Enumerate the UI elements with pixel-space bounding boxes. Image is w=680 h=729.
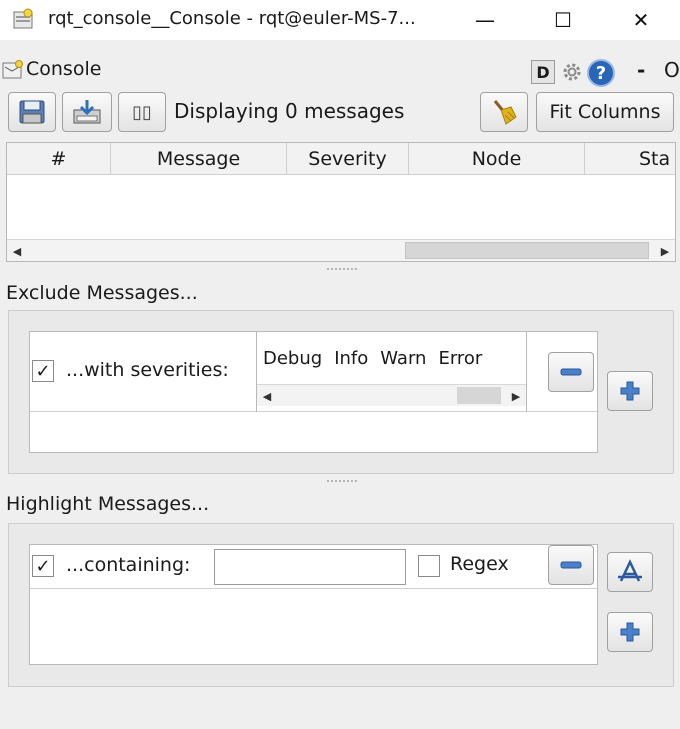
add-highlight-filter-button[interactable]: [607, 612, 653, 652]
column-header-message[interactable]: Message: [111, 143, 287, 175]
highlight-strikethrough-button[interactable]: [607, 552, 653, 592]
column-header-number[interactable]: #: [7, 143, 111, 175]
app-icon: [13, 8, 33, 29]
close-button[interactable]: ✕: [618, 0, 664, 40]
column-header-stamp[interactable]: Sta: [585, 143, 675, 175]
highlight-section-label: Highlight Messages...: [6, 493, 210, 515]
help-icon[interactable]: ?: [587, 59, 615, 87]
severity-scroll-left-arrow[interactable]: ◀: [257, 385, 277, 407]
minus-icon: [560, 368, 582, 376]
console-plugin: Console D ? - O ▯▯ Displaying 0 messages: [0, 40, 680, 729]
plus-icon: [620, 381, 640, 401]
scroll-right-arrow[interactable]: ▶: [655, 240, 675, 261]
minimize-plugin-button[interactable]: -: [637, 58, 645, 82]
load-icon: [73, 100, 101, 124]
highlight-text-input[interactable]: [214, 549, 406, 585]
message-count-label: Displaying 0 messages: [174, 99, 405, 123]
column-header-node[interactable]: Node: [409, 143, 585, 175]
messages-table[interactable]: # Message Severity Node Sta ◀ ▶: [6, 142, 676, 262]
save-button[interactable]: [8, 92, 56, 132]
gear-icon[interactable]: [560, 60, 584, 84]
severity-scrollbar-thumb[interactable]: [457, 387, 501, 404]
severity-scrollbar[interactable]: ◀ ▶: [257, 384, 526, 406]
minus-icon: [560, 561, 582, 569]
window-titlebar: rqt_console__Console - rqt@euler-MS-7...…: [0, 0, 680, 40]
minimize-button[interactable]: —: [462, 0, 508, 40]
splitter-handle[interactable]: [327, 268, 357, 272]
exclude-section-label: Exclude Messages...: [6, 282, 198, 304]
remove-exclude-filter-button[interactable]: [548, 352, 594, 392]
broom-icon: [493, 100, 517, 125]
severity-filter-label: ...with severities:: [66, 359, 229, 381]
load-button[interactable]: [62, 92, 112, 132]
window-title: rqt_console__Console - rqt@euler-MS-7...: [48, 8, 416, 29]
severity-scroll-right-arrow[interactable]: ▶: [506, 385, 526, 407]
severity-error[interactable]: Error: [432, 348, 488, 369]
containing-label: ...containing:: [66, 554, 191, 576]
add-exclude-filter-button[interactable]: [607, 371, 653, 411]
table-header: # Message Severity Node Sta: [7, 143, 675, 175]
pause-button[interactable]: ▯▯: [118, 92, 166, 132]
plugin-title: Console: [26, 58, 102, 80]
severity-items: Debug Info Warn Error: [257, 332, 488, 384]
highlight-checkbox[interactable]: ✓: [32, 555, 54, 577]
fit-columns-button[interactable]: Fit Columns: [536, 92, 674, 132]
severity-list[interactable]: Debug Info Warn Error ◀ ▶: [256, 332, 527, 412]
exclude-filter-list: ✓ ...with severities: Debug Info Warn Er…: [29, 331, 598, 453]
regex-checkbox[interactable]: [418, 555, 440, 577]
strikethrough-icon: [618, 559, 642, 582]
severity-info[interactable]: Info: [328, 348, 374, 369]
dock-d-button[interactable]: D: [531, 60, 555, 84]
scrollbar-thumb[interactable]: [405, 242, 649, 259]
remove-highlight-filter-button[interactable]: [548, 545, 594, 585]
highlight-group: ✓ ...containing: Regex: [8, 523, 674, 687]
exclude-filter-row: ✓ ...with severities: Debug Info Warn Er…: [30, 332, 597, 412]
maximize-button[interactable]: ☐: [540, 0, 586, 40]
severity-debug[interactable]: Debug: [257, 348, 328, 369]
splitter-handle-2[interactable]: [327, 480, 357, 484]
console-icon: [2, 60, 23, 79]
clear-button[interactable]: [480, 92, 528, 132]
plugin-header: Console D ? - O: [0, 58, 680, 87]
close-plugin-button[interactable]: O: [664, 58, 680, 82]
highlight-filter-row: ✓ ...containing: Regex: [30, 545, 597, 589]
exclude-severity-checkbox[interactable]: ✓: [32, 360, 54, 382]
severity-warn[interactable]: Warn: [374, 348, 432, 369]
scroll-left-arrow[interactable]: ◀: [7, 240, 27, 261]
plus-icon: [620, 622, 640, 642]
horizontal-scrollbar[interactable]: ◀ ▶: [7, 239, 675, 261]
highlight-filter-list: ✓ ...containing: Regex: [29, 544, 598, 665]
save-icon: [19, 100, 45, 124]
regex-label: Regex: [450, 553, 509, 575]
exclude-group: ✓ ...with severities: Debug Info Warn Er…: [8, 310, 674, 474]
column-header-severity[interactable]: Severity: [287, 143, 409, 175]
